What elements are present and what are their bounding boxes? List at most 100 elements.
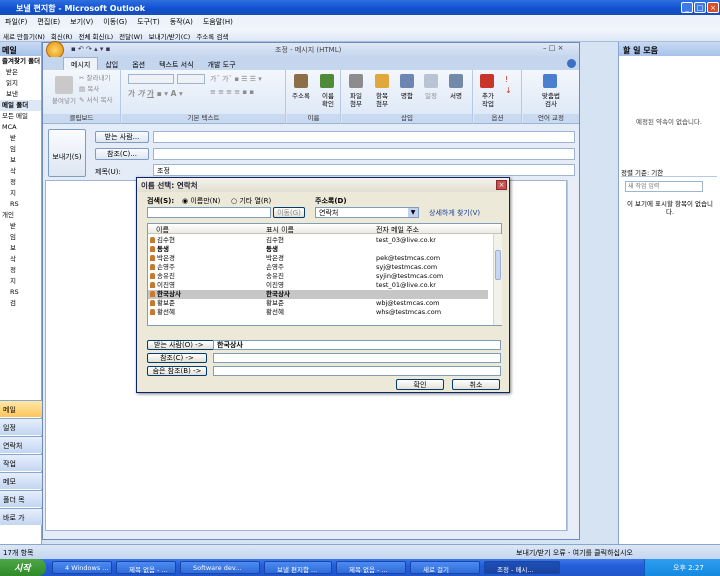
menu-item[interactable]: 도움말(H): [198, 15, 238, 27]
mail-folder-item[interactable]: 보: [0, 243, 41, 254]
quick-access-toolbar[interactable]: ▪ ↶ ↷ ▴ ▾ ▪: [71, 45, 110, 53]
address-book-button[interactable]: 주소록: [287, 92, 315, 100]
taskbar-task[interactable]: 4 Windows ...: [52, 561, 112, 574]
attach-file-button[interactable]: 파일 첨부: [342, 92, 370, 108]
subject-field[interactable]: 조정: [153, 164, 575, 176]
contact-row[interactable]: 손영주 손영주 syj@testmcas.com: [148, 263, 488, 272]
minimize-button[interactable]: _: [681, 2, 693, 13]
paragraph-align-buttons[interactable]: ≡ ≡ ≡ ≡ ▪ ▪: [210, 88, 254, 96]
mail-folder-item[interactable]: 정: [0, 177, 41, 188]
font-size-combo[interactable]: [177, 74, 205, 84]
to-field[interactable]: [153, 131, 575, 143]
mail-folder-item[interactable]: 임: [0, 232, 41, 243]
cancel-button[interactable]: 취소: [452, 379, 500, 390]
calendar-button[interactable]: 일정: [417, 92, 445, 100]
mail-folder-item[interactable]: 검: [0, 298, 41, 309]
menu-item[interactable]: 보기(V): [65, 15, 98, 27]
mail-folder-item[interactable]: 받: [0, 221, 41, 232]
toolbar-button[interactable]: 새로 만들기(N): [0, 28, 48, 41]
favorites-header[interactable]: 즐겨찾기 폴더: [0, 56, 41, 67]
nav-button[interactable]: 연락처: [0, 436, 42, 453]
contact-row[interactable]: 박은경 박은경 pek@testmcas.com: [148, 254, 488, 263]
menu-item[interactable]: 도구(T): [132, 15, 165, 27]
favorite-folder-item[interactable]: 받은: [0, 67, 41, 78]
favorite-folder-item[interactable]: 읽지: [0, 78, 41, 89]
nav-button[interactable]: 작업: [0, 454, 42, 471]
all-mail-items[interactable]: 모든 메일: [0, 111, 41, 122]
advanced-find-link[interactable]: 상세하게 찾기(V): [429, 208, 480, 218]
dialog-bcc-field[interactable]: [213, 366, 501, 376]
menu-item[interactable]: 동작(A): [165, 15, 198, 27]
radio-name-only[interactable]: ◉ 이름만(N): [182, 196, 220, 206]
mail-folder-item[interactable]: 삭: [0, 254, 41, 265]
contact-row[interactable]: 황선혜 황선혜 whs@testmcas.com: [148, 308, 488, 317]
toolbar-button[interactable]: 전달(W): [116, 28, 145, 41]
list-scroll-thumb[interactable]: [495, 250, 501, 280]
help-icon[interactable]: [567, 59, 576, 68]
toolbar-button[interactable]: 회신(R): [48, 28, 76, 41]
toolbar-button[interactable]: 전체 회신(L): [75, 28, 116, 41]
taskbar-task[interactable]: 제목 없음 - ...: [336, 561, 406, 574]
new-task-input[interactable]: [625, 181, 703, 192]
contact-row[interactable]: 송유진 송유진 syjin@testmcas.com: [148, 272, 488, 281]
menu-item[interactable]: 편집(E): [32, 15, 65, 27]
grow-shrink-font[interactable]: 가ˆ 가ˇ ▪ ☰ ☰ ▾: [210, 74, 262, 84]
taskbar-task[interactable]: 조정 - 메시...: [484, 561, 560, 574]
dialog-cc-button[interactable]: 참조(C) ->: [147, 353, 207, 363]
contact-row[interactable]: 황보준 황보준 wbj@testmcas.com: [148, 299, 488, 308]
copy-button[interactable]: ▤ 복사: [79, 85, 119, 93]
menu-item[interactable]: 파일(F): [0, 15, 32, 27]
ribbon-tab[interactable]: 텍스트 서식: [152, 58, 200, 70]
contact-row[interactable]: 김수현 김수현 test_03@live.co.kr: [148, 236, 488, 245]
dialog-to-field[interactable]: 한국상사: [213, 340, 501, 350]
address-book-select[interactable]: 연락처 ▼: [315, 207, 419, 218]
message-window-controls[interactable]: – □ ×: [543, 44, 563, 52]
mail-folder-item[interactable]: 임: [0, 144, 41, 155]
paste-button[interactable]: 붙여넣기: [45, 97, 83, 105]
nav-button[interactable]: 폴더 목: [0, 490, 42, 507]
taskbar-task[interactable]: Software dev...: [180, 561, 260, 574]
dialog-to-button[interactable]: 받는 사람(O) ->: [147, 340, 217, 350]
mail-folder-item[interactable]: 받: [0, 133, 41, 144]
dialog-bcc-button[interactable]: 숨은 참조(B) ->: [147, 366, 207, 376]
mail-folder-item[interactable]: 보: [0, 155, 41, 166]
dialog-cc-field[interactable]: [213, 353, 501, 363]
mail-folder-item[interactable]: RS: [0, 199, 41, 210]
signature-button[interactable]: 서명: [442, 92, 470, 100]
taskbar-task[interactable]: 보낼 편지함 ...: [264, 561, 332, 574]
toolbar-button[interactable]: 보내기/받기(C): [146, 28, 194, 41]
ok-button[interactable]: 확인: [396, 379, 444, 390]
send-receive-error[interactable]: 보내기/받기 오류 - 여기를 클릭하십시오: [516, 548, 656, 558]
mail-folder-item[interactable]: RS: [0, 287, 41, 298]
go-button[interactable]: 이동(G): [273, 207, 305, 218]
mail-folder-item[interactable]: 개인: [0, 210, 41, 221]
ribbon-tab[interactable]: 옵션: [125, 58, 152, 70]
search-input[interactable]: [147, 207, 271, 218]
importance-icons[interactable]: ! ↓: [505, 74, 512, 96]
favorite-folder-item[interactable]: 보낸: [0, 89, 41, 100]
format-painter-button[interactable]: ✎ 서식 복사: [79, 96, 119, 104]
maximize-button[interactable]: □: [694, 2, 706, 13]
nav-button[interactable]: 메모: [0, 472, 42, 489]
close-button[interactable]: ×: [707, 2, 719, 13]
ribbon-tab[interactable]: 개발 도구: [201, 58, 243, 70]
column-name[interactable]: 이름: [156, 225, 169, 235]
cc-field[interactable]: [153, 148, 575, 160]
mail-folder-item[interactable]: MCA: [0, 122, 41, 133]
toolbar-button[interactable]: 주소록 검색: [193, 28, 231, 41]
ribbon-tab[interactable]: 삽입: [98, 58, 125, 70]
dialog-close-button[interactable]: ×: [496, 180, 507, 190]
attach-item-button[interactable]: 항목 첨부: [368, 92, 396, 108]
column-display-name[interactable]: 표시 이름: [266, 225, 294, 235]
ribbon-tab[interactable]: 메시지: [63, 57, 99, 70]
nav-button[interactable]: 메일: [0, 400, 42, 417]
body-scrollbar[interactable]: [567, 180, 577, 531]
nav-button[interactable]: 바로 가: [0, 508, 42, 525]
nav-button[interactable]: 일정: [0, 418, 42, 435]
check-names-button[interactable]: 이름 확인: [314, 92, 342, 108]
mail-folder-item[interactable]: 지: [0, 188, 41, 199]
radio-more-columns[interactable]: ○ 기타 열(R): [231, 196, 271, 206]
menu-item[interactable]: 이동(G): [98, 15, 132, 27]
todo-sort-header[interactable]: 정렬 기준: 기한: [621, 167, 717, 177]
list-scrollbar[interactable]: [493, 234, 502, 325]
